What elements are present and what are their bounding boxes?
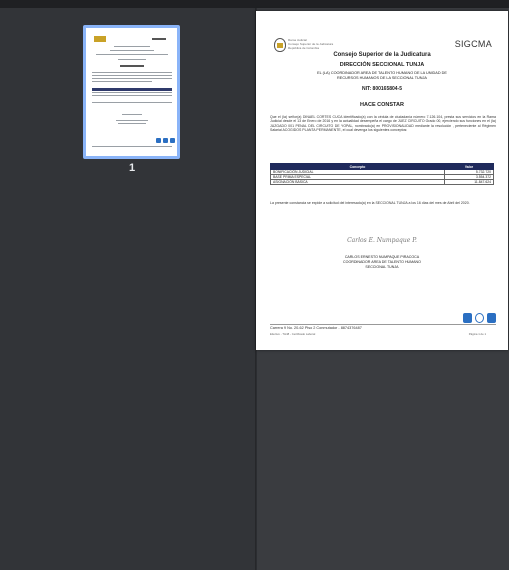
- page-thumbnail-1[interactable]: [83, 25, 180, 159]
- thumbnail-page-number: 1: [128, 162, 136, 174]
- thumb-line: [120, 65, 144, 67]
- thumb-line: [116, 120, 148, 121]
- system-label: SIGCMA: [454, 39, 492, 49]
- quality-seal-icon: [475, 313, 484, 323]
- thumb-line: [92, 75, 172, 76]
- handwritten-signature: Carlos E. Numpaque P.: [347, 237, 417, 244]
- coat-of-arms-icon: [274, 38, 286, 52]
- thumb-line: [96, 54, 168, 55]
- logo-text: Rama Judicial Consejo Superior de la Jud…: [288, 38, 333, 50]
- coordinator-line: EL (LA) COORDINADOR AREA DE TALENTO HUMA…: [317, 71, 447, 80]
- direction-title: DIRECCIÓN SECCIONAL TUNJA: [339, 62, 425, 68]
- footer-left: Efectivo - TH48 - Certificado Laboral: [270, 332, 316, 336]
- salary-table: Concepto Valor BONIFICACIÓN JUDICIAL 5.7…: [270, 163, 495, 185]
- footer-page: Página 1 de 1: [468, 332, 486, 336]
- signer-office: SECCIONAL TUNJA: [365, 265, 399, 269]
- iso-badge-icon: [487, 313, 496, 323]
- thumb-line: [92, 78, 172, 79]
- thumb-icon: [156, 138, 161, 143]
- thumb-seal-icon: [94, 36, 106, 42]
- document-heading: HACE CONSTAR: [360, 102, 404, 108]
- nit: NIT: 800165804-5: [361, 86, 403, 92]
- logo-line: República de Colombia: [288, 46, 320, 50]
- signer-block: CARLOS ERNESTO NUMPAQUE PIRACOCA COORDIN…: [264, 255, 500, 270]
- document-page: Rama Judicial Consejo Superior de la Jud…: [256, 11, 508, 350]
- thumb-line: [92, 146, 172, 147]
- thumb-line: [92, 92, 172, 93]
- footer-address: Carrera 9 No. 20-62 Piso 2 Conmutador - …: [270, 324, 496, 330]
- concept-cell: ASIGNACIÓN BÁSICA: [270, 179, 445, 185]
- thumbnail-sidebar: 1: [0, 8, 256, 570]
- value-cell: 11.847.624: [443, 179, 495, 185]
- thumb-line: [92, 102, 172, 103]
- viewer-toolbar: [0, 0, 509, 8]
- thumb-line: [118, 123, 146, 124]
- thumb-line: [92, 81, 152, 82]
- thumb-line: [122, 114, 142, 115]
- thumb-line: [114, 46, 150, 47]
- council-title: Consejo Superior de la Judicatura: [333, 52, 431, 58]
- thumb-icon: [163, 138, 168, 143]
- thumb-line: [110, 50, 154, 51]
- thumb-line: [92, 95, 172, 96]
- thumb-line: [118, 59, 146, 60]
- footer-meta: Efectivo - TH48 - Certificado Laboral Pá…: [270, 332, 496, 336]
- body-paragraph: Que el (la) señor(a) DINAEL CORTES CUCA …: [270, 115, 496, 133]
- table-row: ASIGNACIÓN BÁSICA 11.847.624: [270, 179, 495, 185]
- closing-paragraph: La presente constancia se expide a solic…: [270, 201, 470, 205]
- thumb-header: [152, 38, 166, 40]
- certification-icon: [463, 313, 472, 323]
- thumb-icon: [170, 138, 175, 143]
- thumb-table: [92, 88, 172, 91]
- thumb-line: [92, 72, 172, 73]
